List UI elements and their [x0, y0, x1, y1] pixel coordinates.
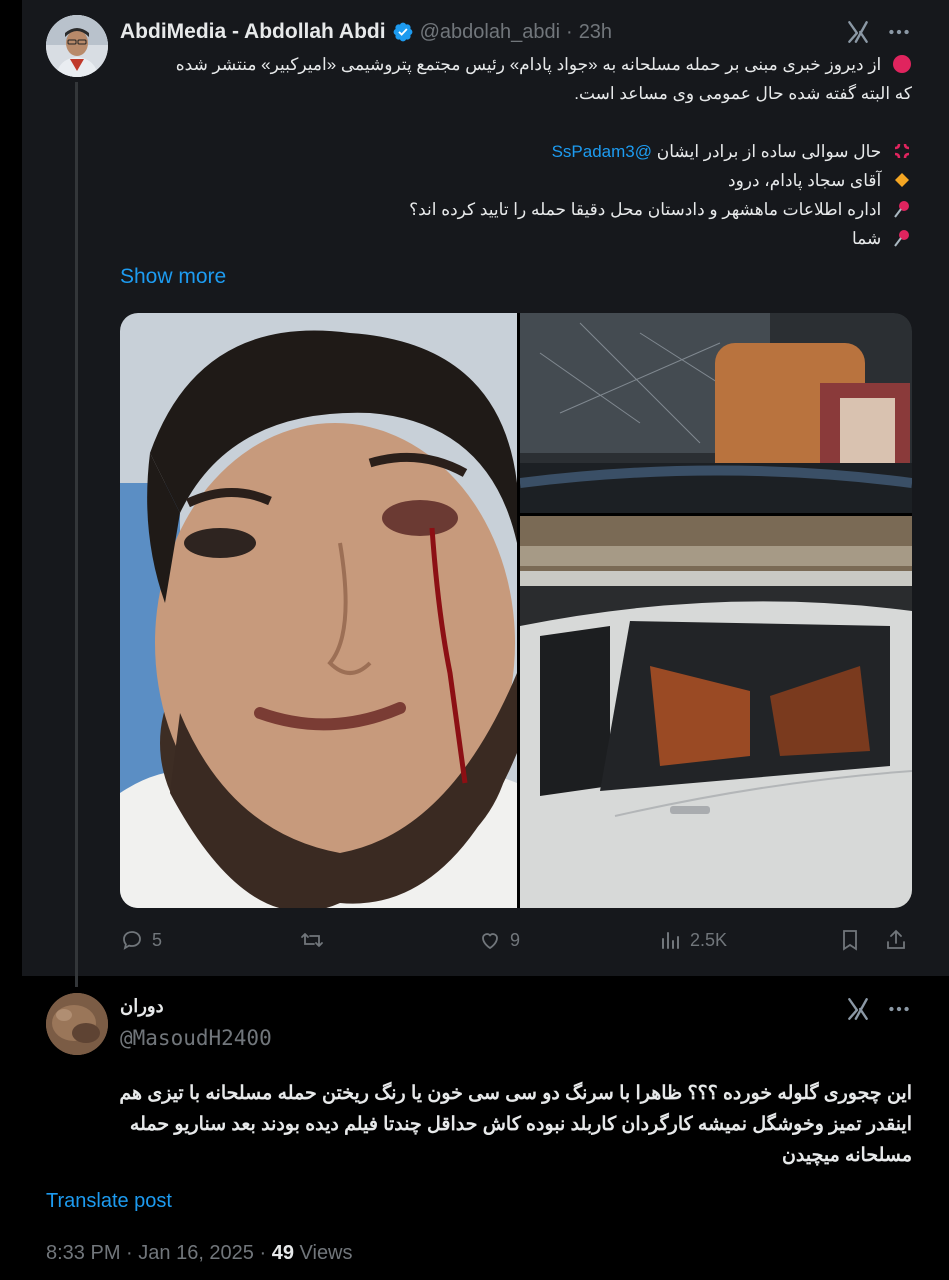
bookmark-icon [843, 930, 857, 951]
media-grid[interactable] [120, 313, 912, 908]
display-name[interactable]: دوران [120, 996, 164, 1017]
separator-dot: · [566, 20, 573, 43]
timestamp[interactable]: 23h [579, 21, 612, 44]
repost-button[interactable] [300, 928, 324, 952]
mention-link[interactable]: @SsPadam3 [552, 142, 652, 161]
verified-badge-icon [393, 22, 412, 42]
diamond-icon [895, 173, 909, 187]
post-date[interactable]: Jan 16, 2025 [138, 1242, 254, 1264]
body-text: حال سوالی ساده از برادر ایشان [656, 142, 882, 161]
body-line-5: اداره اطلاعات ماهشهر و دادستان محل دقیقا… [120, 195, 912, 224]
photo-broken-window[interactable] [520, 313, 912, 513]
display-name[interactable]: AbdiMedia - Abdollah Abdi [120, 20, 386, 44]
avatar[interactable] [46, 993, 108, 1055]
handle[interactable]: @MasoudH2400 [120, 1026, 272, 1050]
body-text: که البته گفته شده حال عمومی وی مساعد است… [574, 84, 912, 103]
thread-line [75, 82, 78, 987]
more-icon[interactable] [886, 996, 912, 1022]
photo-injured-face[interactable] [120, 313, 517, 908]
more-icon[interactable] [886, 19, 912, 45]
views-count: 49 [271, 1242, 294, 1264]
share-button[interactable] [884, 928, 908, 952]
reply-count: 5 [152, 929, 163, 950]
views-label: Views [299, 1242, 353, 1264]
body-text: آقای سجاد پادام، درود [728, 171, 882, 190]
like-button[interactable]: 9 [478, 928, 520, 952]
body-line-6: شما [120, 224, 912, 253]
share-icon [887, 929, 905, 949]
body-line-1: از دیروز خبری مبنی بر حمله مسلحانه به «ج… [120, 50, 912, 79]
avatar[interactable] [46, 15, 108, 77]
reply-body: این چجوری گلوله خورده ؟؟؟ ظاهرا با سرنگ … [46, 1078, 912, 1171]
reply-icon [123, 931, 141, 950]
body-text: از دیروز خبری مبنی بر حمله مسلحانه به «ج… [175, 55, 882, 74]
red-circle-icon [893, 55, 911, 73]
pushpin-icon [894, 230, 909, 247]
like-icon [482, 933, 498, 950]
body-line-4: آقای سجاد پادام، درود [120, 166, 912, 195]
like-count: 9 [510, 929, 521, 950]
separator-dot: · [259, 1242, 272, 1264]
post-body: از دیروز خبری مبنی بر حمله مسلحانه به «ج… [120, 50, 912, 253]
photo-car-door[interactable] [520, 516, 912, 908]
action-bar: 5 9 2.5K [120, 928, 912, 958]
grok-icon[interactable] [845, 996, 871, 1022]
views-icon [662, 932, 679, 949]
post-meta: 8:33 PM · Jan 16, 2025 · 49 Views [46, 1242, 353, 1265]
reply-button[interactable]: 5 [120, 928, 162, 952]
body-text: شما [852, 229, 882, 248]
views-button[interactable]: 2.5K [658, 928, 727, 952]
grok-icon[interactable] [845, 19, 871, 45]
post-header: AbdiMedia - Abdollah Abdi @abdolah_abdi … [120, 16, 612, 48]
body-text: این چجوری گلوله خورده ؟؟؟ ظاهرا با سرنگ … [119, 1083, 912, 1104]
separator-dot: · [126, 1242, 139, 1264]
translate-post-link[interactable]: Translate post [46, 1190, 172, 1213]
bookmark-button[interactable] [838, 928, 862, 952]
views-count: 2.5K [690, 929, 728, 950]
body-line-3: حال سوالی ساده از برادر ایشان @SsPadam3 [120, 137, 912, 166]
anger-icon [894, 143, 910, 159]
show-more-link[interactable]: Show more [120, 265, 226, 289]
repost-icon [301, 933, 323, 947]
body-text: اینقدر تمیز وخوشگل نمیشه کارگردان کاربلد… [129, 1114, 912, 1135]
body-text: اداره اطلاعات ماهشهر و دادستان محل دقیقا… [409, 200, 882, 219]
body-text: مسلحانه میچیدن [781, 1145, 912, 1166]
pushpin-icon [894, 201, 909, 218]
handle[interactable]: @abdolah_abdi [420, 21, 560, 44]
post-time[interactable]: 8:33 PM [46, 1242, 120, 1264]
